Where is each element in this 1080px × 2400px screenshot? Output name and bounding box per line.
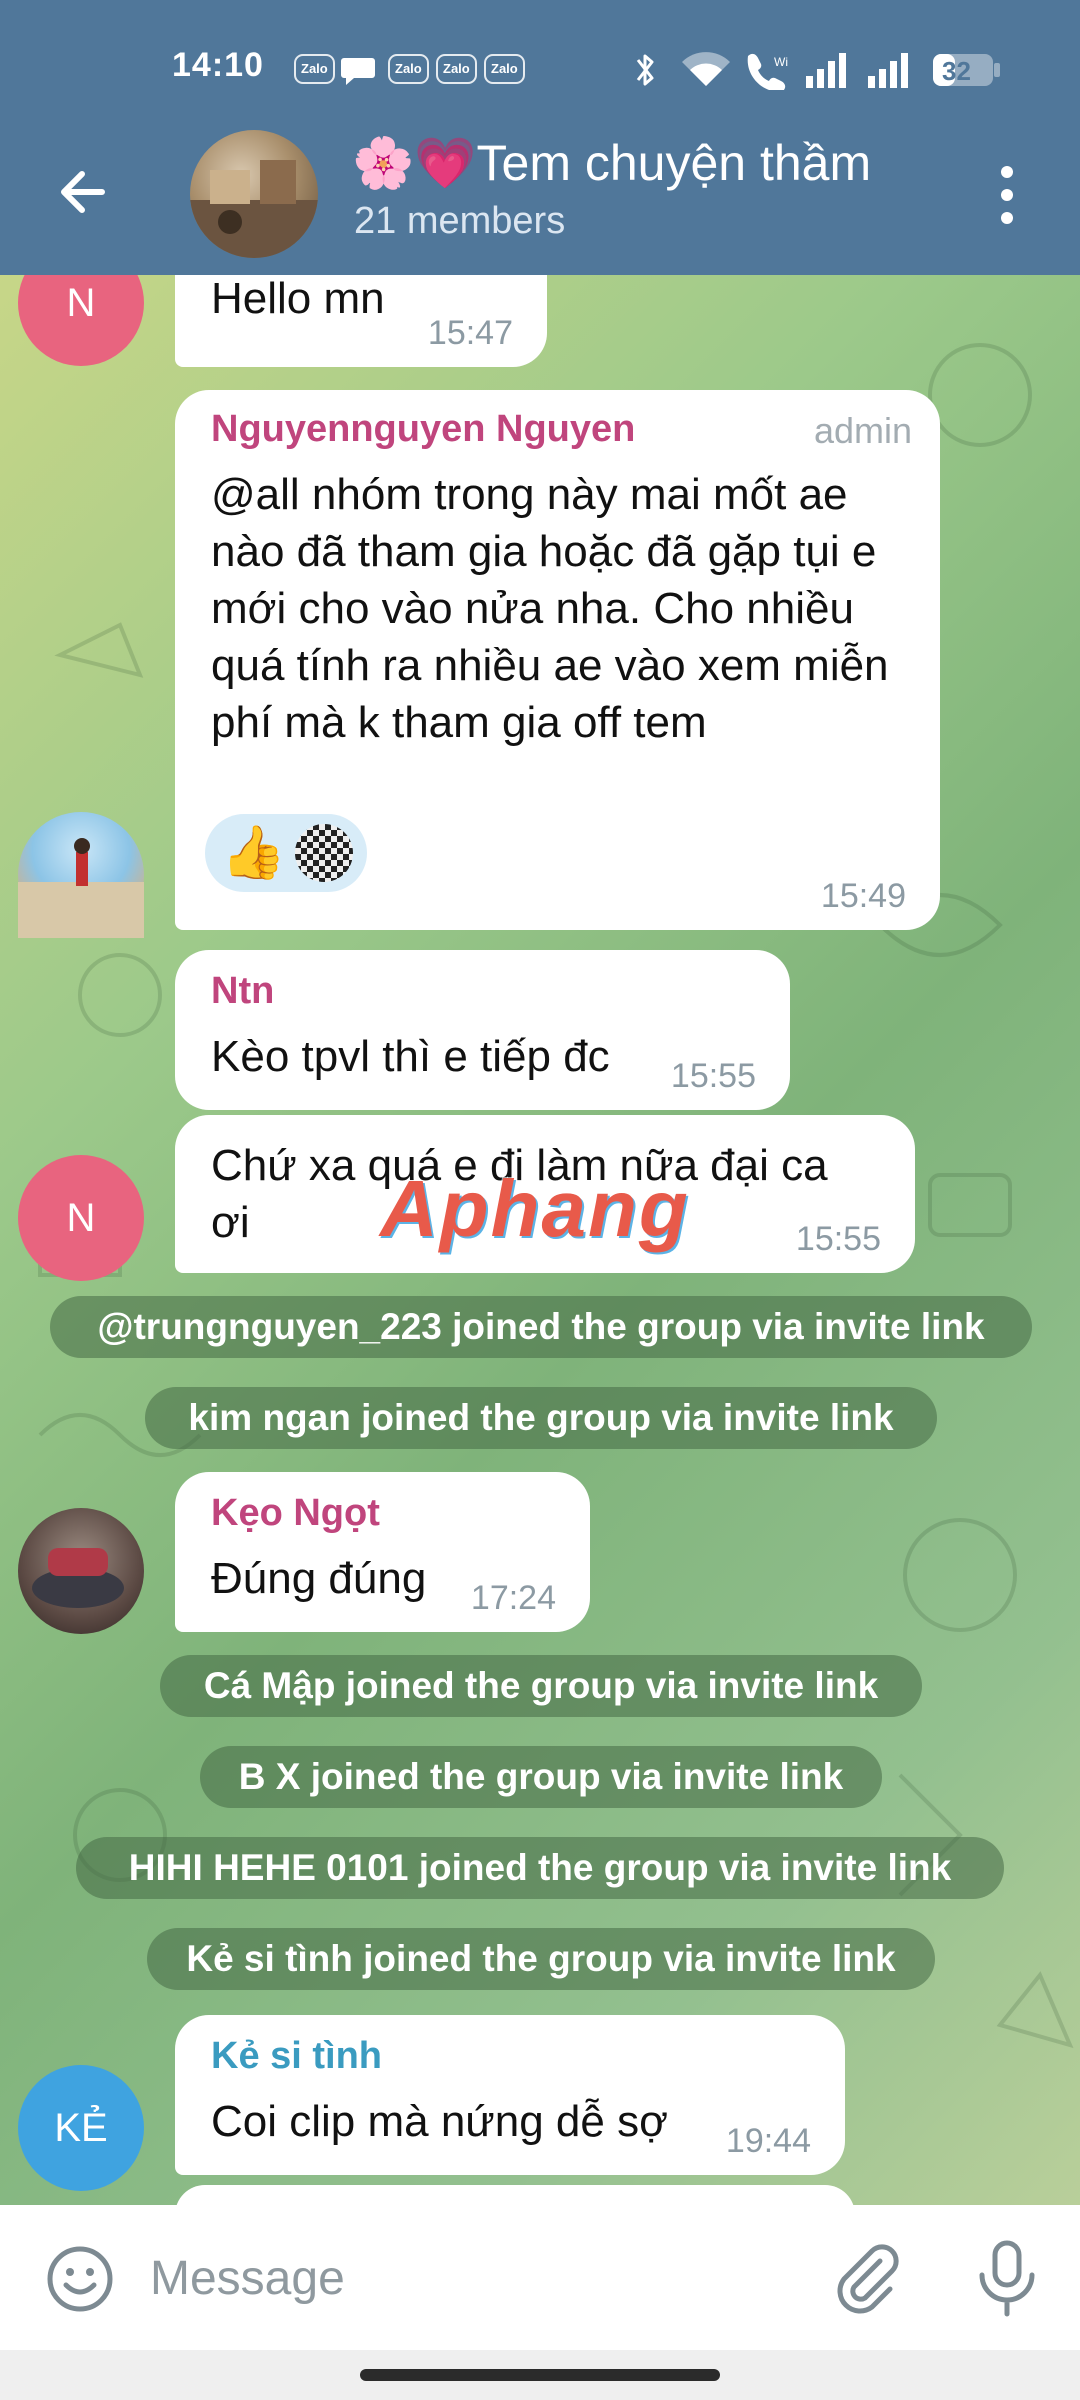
- member-count: 21 members: [354, 200, 566, 242]
- back-arrow-icon[interactable]: [52, 160, 116, 224]
- avatar[interactable]: N: [18, 1155, 144, 1281]
- service-message: HIHI HEHE 0101 joined the group via invi…: [76, 1837, 1004, 1899]
- thumbs-up-icon: 👍: [221, 824, 286, 882]
- message-time: 15:55: [670, 1057, 756, 1095]
- group-title[interactable]: 🌸💗Tem chuyện thầm: [352, 134, 922, 193]
- microphone-icon[interactable]: [972, 2239, 1042, 2324]
- message-bubble[interactable]: Ntn Kèo tpvl thì e tiếp đc 15:55: [175, 950, 790, 1110]
- home-handle[interactable]: [360, 2369, 720, 2381]
- zalo-icon: Zalo: [436, 54, 477, 84]
- watermark-logo: Aphang: [380, 1164, 690, 1253]
- status-bar: 14:10 Zalo Zalo Zalo Zalo Wi 32: [0, 0, 1080, 120]
- sender-name[interactable]: Ntn: [211, 970, 274, 1013]
- admin-badge: admin: [813, 410, 912, 451]
- message-time: 15:47: [427, 314, 513, 352]
- attach-icon[interactable]: [830, 2241, 904, 2320]
- battery-level: 32: [942, 56, 971, 86]
- bluetooth-icon: [630, 50, 660, 95]
- message-bubble[interactable]: Kẹo Ngọt Đúng đúng 17:24: [175, 1472, 590, 1632]
- chat-header: 🌸💗Tem chuyện thầm 21 members: [0, 120, 1080, 275]
- zalo-icon: Zalo: [388, 54, 429, 84]
- group-avatar[interactable]: [190, 130, 318, 258]
- message-bubble[interactable]: Kẻ si tình Coi clip mà nứng dễ sợ 19:44: [175, 2015, 845, 2175]
- message-time: 15:49: [820, 877, 906, 915]
- service-message: Kẻ si tình joined the group via invite l…: [147, 1928, 935, 1990]
- message-input[interactable]: Message: [150, 2251, 345, 2306]
- message-text: Coi clip mà nứng dễ sợ: [211, 2097, 668, 2146]
- avatar[interactable]: [18, 1508, 144, 1634]
- message-time: 15:55: [795, 1220, 881, 1258]
- sender-name[interactable]: Nguyennguyen Nguyen: [211, 408, 635, 451]
- service-message: Cá Mập joined the group via invite link: [160, 1655, 922, 1717]
- message-bubble[interactable]: Hello mn 15:47: [175, 275, 547, 367]
- message-text: Hello mn: [211, 275, 385, 323]
- message-text: Đúng đúng: [211, 1554, 427, 1603]
- message-list[interactable]: N Hello mn 15:47 Nguyennguyen Nguyen adm…: [0, 275, 1080, 2205]
- message-text: @all nhóm trong này mai mốt ae nào đã th…: [211, 470, 889, 747]
- avatar[interactable]: [18, 812, 144, 938]
- more-vertical-icon[interactable]: [990, 160, 1024, 230]
- wifi-icon: [680, 50, 732, 95]
- message-time: 17:24: [470, 1579, 556, 1617]
- message-bubble[interactable]: [175, 2185, 855, 2205]
- svg-text:Wi: Wi: [774, 55, 788, 69]
- zalo-icon: Zalo: [294, 54, 335, 84]
- message-input-bar: Message: [0, 2205, 1080, 2350]
- message-bubble[interactable]: Nguyennguyen Nguyen admin @all nhóm tron…: [175, 390, 940, 930]
- signal-icon: [804, 50, 854, 95]
- emoji-icon[interactable]: [44, 2243, 116, 2320]
- service-message: B X joined the group via invite link: [200, 1746, 882, 1808]
- message-text: Kèo tpvl thì e tiếp đc: [211, 1032, 610, 1081]
- avatar[interactable]: KẺ: [18, 2065, 144, 2191]
- navigation-bar: [0, 2350, 1080, 2400]
- service-message: @trungnguyen_223 joined the group via in…: [50, 1296, 1032, 1358]
- zalo-icon: Zalo: [484, 54, 525, 84]
- message-time: 19:44: [725, 2122, 811, 2160]
- signal-icon: [866, 50, 916, 95]
- reactor-avatar: [295, 824, 353, 882]
- sender-name[interactable]: Kẹo Ngọt: [211, 1492, 380, 1535]
- service-message: kim ngan joined the group via invite lin…: [145, 1387, 937, 1449]
- call-icon: Wi: [742, 50, 792, 95]
- chat-bubble-icon: [340, 54, 376, 91]
- status-time: 14:10: [172, 46, 264, 84]
- sender-name[interactable]: Kẻ si tình: [211, 2035, 382, 2078]
- reaction-chip[interactable]: 👍: [205, 814, 367, 892]
